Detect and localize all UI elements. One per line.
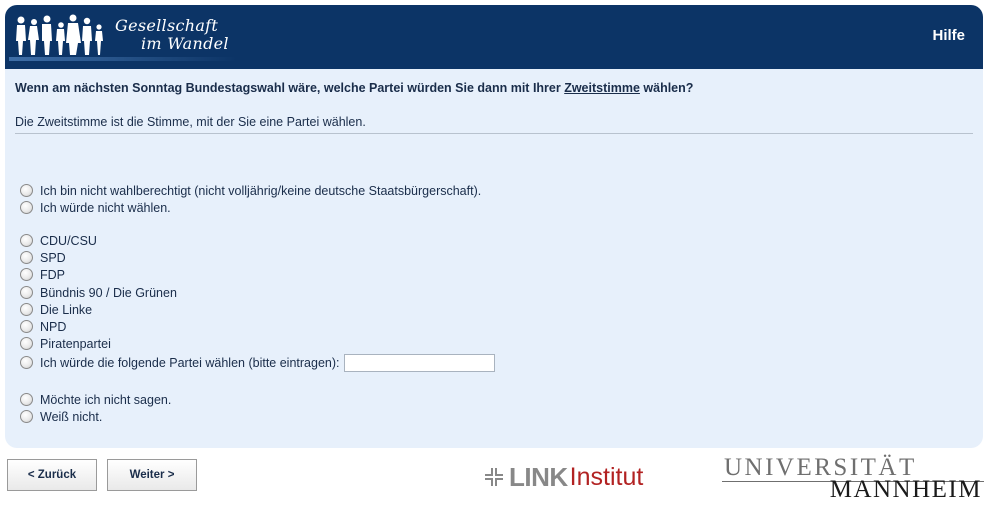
option-linke[interactable]: Die Linke xyxy=(20,301,92,318)
question-hint: Die Zweitstimme ist die Stimme, mit der … xyxy=(15,115,366,129)
option-cdu-csu[interactable]: CDU/CSU xyxy=(20,232,97,249)
radio-button[interactable] xyxy=(20,356,33,369)
logo-title-line1: Gesellschaft xyxy=(115,16,219,35)
radio-button[interactable] xyxy=(20,320,33,333)
uni-logo-line2: MANNHEIM xyxy=(829,476,982,503)
zweitstimme-link[interactable]: Zweitstimme xyxy=(564,81,640,95)
option-label: FDP xyxy=(40,267,65,282)
link-cross-icon xyxy=(485,468,503,486)
radio-button[interactable] xyxy=(20,268,33,281)
other-party-input[interactable] xyxy=(343,353,495,372)
option-label: Ich würde nicht wählen. xyxy=(40,200,171,215)
option-not-eligible[interactable]: Ich bin nicht wahlberechtigt (nicht voll… xyxy=(20,182,481,199)
radio-button[interactable] xyxy=(20,337,33,350)
link-institut-logo: LINK Institut xyxy=(484,460,643,494)
option-would-not-vote[interactable]: Ich würde nicht wählen. xyxy=(20,199,171,216)
radio-button[interactable] xyxy=(20,410,33,423)
header-bar: Gesellschaft im Wandel Hilfe xyxy=(5,5,983,69)
radio-button[interactable] xyxy=(20,286,33,299)
option-dont-know[interactable]: Weiß nicht. xyxy=(20,408,102,425)
back-button[interactable]: < Zurück xyxy=(7,459,97,491)
option-spd[interactable]: SPD xyxy=(20,249,66,266)
logo-title-line2: im Wandel xyxy=(141,34,229,53)
survey-panel: Gesellschaft im Wandel Hilfe Wenn am näc… xyxy=(5,5,983,448)
option-label: CDU/CSU xyxy=(40,233,97,248)
option-piraten[interactable]: Piratenpartei xyxy=(20,335,111,352)
option-other-party[interactable]: Ich würde die folgende Partei wählen (bi… xyxy=(20,353,495,372)
university-mannheim-logo: UNIVERSITÄT MANNHEIM xyxy=(722,455,984,503)
option-label: Ich würde die folgende Partei wählen (bi… xyxy=(40,355,340,370)
radio-button[interactable] xyxy=(20,303,33,316)
option-fdp[interactable]: FDP xyxy=(20,266,65,283)
option-label: SPD xyxy=(40,250,66,265)
divider xyxy=(15,133,973,134)
radio-button[interactable] xyxy=(20,201,33,214)
option-label: Möchte ich nicht sagen. xyxy=(40,392,172,407)
option-label: Piratenpartei xyxy=(40,336,111,351)
question-text: Wenn am nächsten Sonntag Bundestagswahl … xyxy=(15,81,693,95)
option-label: Bündnis 90 / Die Grünen xyxy=(40,285,177,300)
radio-button[interactable] xyxy=(20,251,33,264)
next-button[interactable]: Weiter > xyxy=(107,459,197,491)
radio-button[interactable] xyxy=(20,184,33,197)
option-label: Ich bin nicht wahlberechtigt (nicht voll… xyxy=(40,183,482,198)
option-refuse[interactable]: Möchte ich nicht sagen. xyxy=(20,391,171,408)
option-label: Die Linke xyxy=(40,302,93,317)
help-link[interactable]: Hilfe xyxy=(932,27,965,44)
link-logo-institut: Institut xyxy=(569,462,644,491)
option-label: Weiß nicht. xyxy=(40,409,103,424)
option-label: NPD xyxy=(40,319,67,334)
question-text-end: wählen? xyxy=(639,81,694,95)
radio-button[interactable] xyxy=(20,393,33,406)
radio-button[interactable] xyxy=(20,234,33,247)
question-text-start: Wenn am nächsten Sonntag Bundestagswahl … xyxy=(15,81,565,95)
link-logo-word: LINK xyxy=(509,462,568,492)
option-npd[interactable]: NPD xyxy=(20,318,66,335)
option-gruene[interactable]: Bündnis 90 / Die Grünen xyxy=(20,284,177,301)
